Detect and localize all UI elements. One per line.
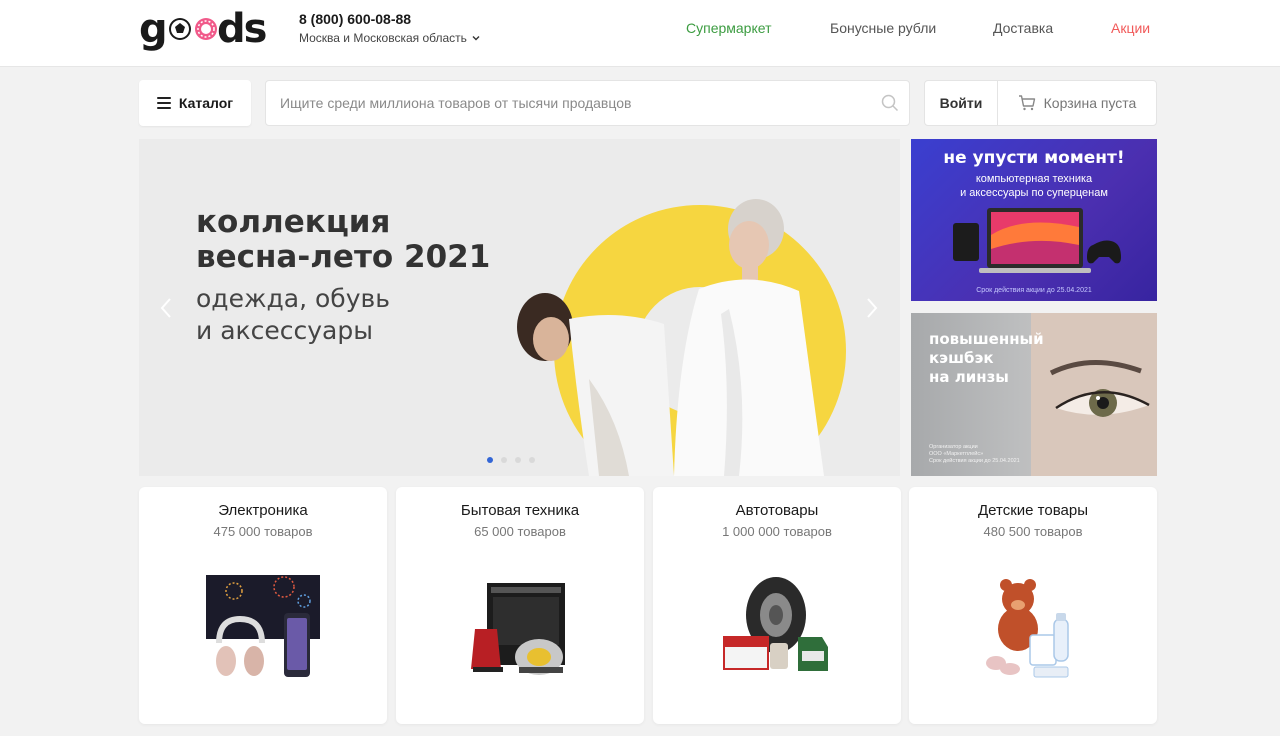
slider-dot[interactable] [501, 457, 507, 463]
slider-dot[interactable] [529, 457, 535, 463]
category-title: Бытовая техника [460, 502, 580, 519]
category-count: 1 000 000 товаров [722, 524, 832, 539]
eye-illustration [1031, 313, 1157, 476]
promo-lenses-title: повышенный кэшбэк на линзы [929, 330, 1044, 386]
search-row: Каталог Войти Корзина пуста [0, 67, 1280, 139]
search-icon[interactable] [881, 94, 899, 112]
electronics-image [206, 575, 320, 677]
nav-promotions[interactable]: Акции [1111, 19, 1150, 37]
search-input[interactable] [266, 81, 881, 125]
cart-icon [1018, 95, 1035, 111]
top-header: g ds 8 (800) 600-08-88 Москва и Московск… [0, 0, 1280, 67]
main-banner[interactable]: коллекция весна-лето 2021 одежда, обувь … [139, 139, 900, 476]
menu-icon [156, 97, 171, 109]
phone-number[interactable]: 8 (800) 600-08-88 [299, 11, 411, 27]
catalog-label: Каталог [178, 95, 234, 111]
category-card-kids[interactable]: Детские товары 480 500 товаров [909, 487, 1157, 724]
chevron-right-icon[interactable] [865, 297, 879, 319]
category-title: Автотовары [735, 502, 819, 519]
appliances-image [471, 583, 565, 675]
promo-computers[interactable]: не упусти момент! компьютерная техника и… [911, 139, 1157, 301]
promo-lenses[interactable]: повышенный кэшбэк на линзы Организатор а… [911, 313, 1157, 476]
promo-computers-title: не упусти момент! [943, 148, 1125, 168]
svg-text:g: g [139, 6, 166, 52]
models-illustration [517, 199, 824, 476]
nav-bonus-rubles[interactable]: Бонусные рубли [830, 19, 936, 37]
nav-supermarket[interactable]: Супермаркет [686, 19, 771, 37]
promo-lenses-note: Организатор акции ООО «Маркетплейс» Срок… [929, 444, 1020, 464]
cart-button[interactable]: Корзина пуста [998, 95, 1156, 111]
category-title: Детские товары [978, 502, 1088, 519]
category-card-appliances[interactable]: Бытовая техника 65 000 товаров [396, 487, 644, 724]
user-box: Войти Корзина пуста [924, 80, 1157, 126]
logo-mark-icon: g ds [139, 6, 268, 52]
goods-logo[interactable]: g ds [139, 6, 279, 52]
category-title: Электроника [218, 502, 308, 519]
svg-text:ds: ds [217, 6, 266, 52]
slider-dots [487, 457, 535, 463]
category-card-electronics[interactable]: Электроника 475 000 товаров [139, 487, 387, 724]
slider-dot[interactable] [515, 457, 521, 463]
slider-dot-active[interactable] [487, 457, 493, 463]
chevron-left-icon[interactable] [159, 297, 173, 319]
kids-goods-image [986, 579, 1069, 678]
banner-title: коллекция весна-лето 2021 [196, 204, 491, 275]
catalog-button[interactable]: Каталог [139, 80, 251, 126]
cart-label: Корзина пуста [1043, 95, 1137, 111]
promo-computers-note: Срок действия акции до 25.04.2021 [976, 287, 1092, 294]
category-count: 475 000 товаров [213, 524, 313, 539]
category-card-auto[interactable]: Автотовары 1 000 000 товаров [653, 487, 901, 724]
region-selector[interactable]: Москва и Московская область [299, 31, 481, 45]
nav-delivery[interactable]: Доставка [993, 19, 1053, 37]
chevron-down-icon [472, 36, 480, 41]
promo-computers-subtitle: компьютерная техника и аксессуары по суп… [960, 173, 1108, 199]
auto-goods-image [723, 577, 828, 671]
laptop-illustration [953, 208, 1121, 273]
category-count: 65 000 товаров [474, 524, 566, 539]
search-box [265, 80, 910, 126]
login-button[interactable]: Войти [925, 81, 998, 125]
banner-subtitle: одежда, обувь и аксессуары [196, 284, 390, 345]
category-count: 480 500 товаров [983, 524, 1083, 539]
region-label: Москва и Московская область [299, 31, 467, 45]
